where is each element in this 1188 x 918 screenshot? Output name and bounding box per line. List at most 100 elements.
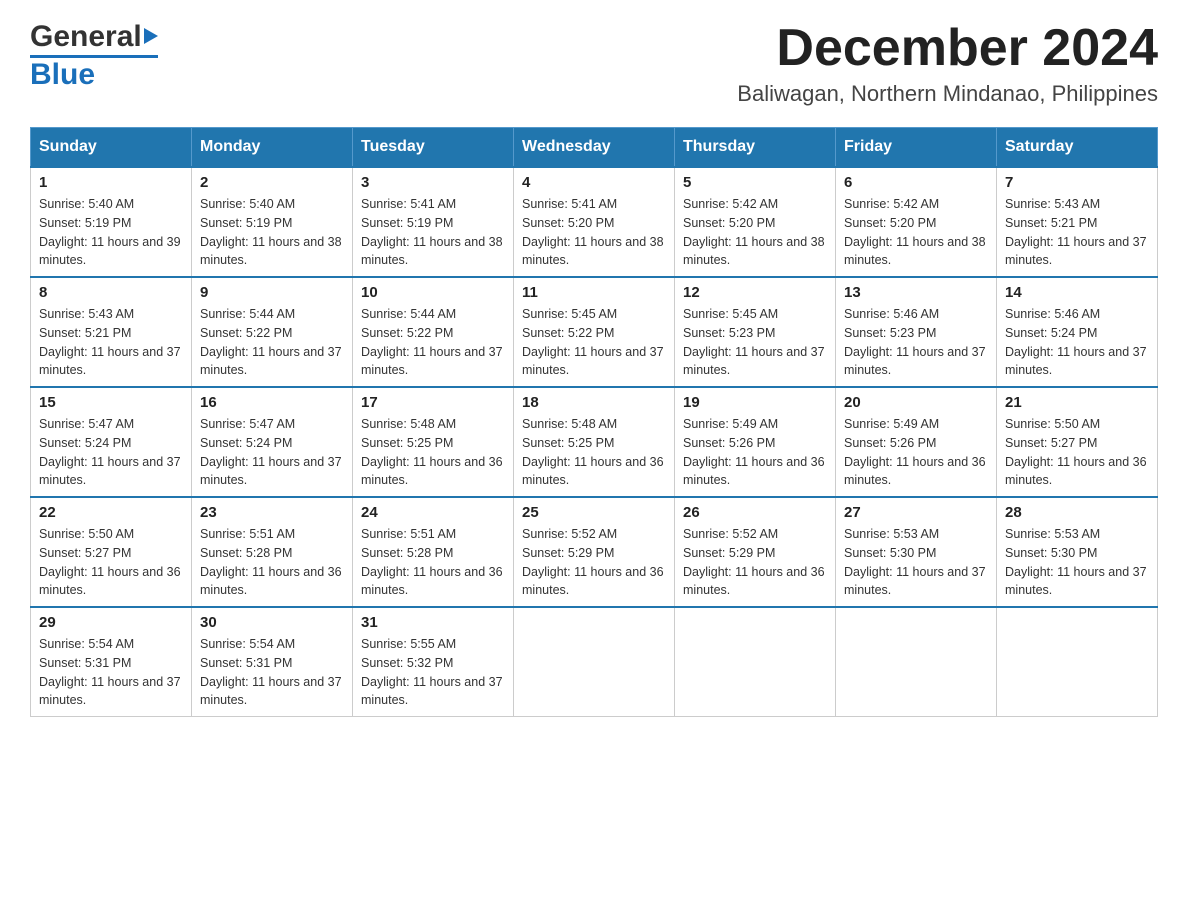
calendar-day-cell: 16 Sunrise: 5:47 AMSunset: 5:24 PMDaylig… bbox=[192, 387, 353, 497]
day-number: 16 bbox=[200, 394, 344, 411]
day-info: Sunrise: 5:54 AMSunset: 5:31 PMDaylight:… bbox=[39, 637, 181, 707]
calendar-day-header: Tuesday bbox=[353, 128, 514, 168]
day-number: 29 bbox=[39, 614, 183, 631]
day-number: 24 bbox=[361, 504, 505, 521]
day-info: Sunrise: 5:54 AMSunset: 5:31 PMDaylight:… bbox=[200, 637, 342, 707]
logo-general-text: General bbox=[30, 20, 142, 54]
calendar-day-header: Saturday bbox=[997, 128, 1158, 168]
calendar-day-cell: 21 Sunrise: 5:50 AMSunset: 5:27 PMDaylig… bbox=[997, 387, 1158, 497]
calendar-day-cell: 3 Sunrise: 5:41 AMSunset: 5:19 PMDayligh… bbox=[353, 167, 514, 277]
calendar-week-row: 22 Sunrise: 5:50 AMSunset: 5:27 PMDaylig… bbox=[31, 497, 1158, 607]
day-number: 8 bbox=[39, 284, 183, 301]
subtitle: Baliwagan, Northern Mindanao, Philippine… bbox=[737, 81, 1158, 107]
day-info: Sunrise: 5:41 AMSunset: 5:20 PMDaylight:… bbox=[522, 197, 664, 267]
day-info: Sunrise: 5:49 AMSunset: 5:26 PMDaylight:… bbox=[844, 417, 986, 487]
day-info: Sunrise: 5:43 AMSunset: 5:21 PMDaylight:… bbox=[1005, 197, 1147, 267]
day-info: Sunrise: 5:42 AMSunset: 5:20 PMDaylight:… bbox=[844, 197, 986, 267]
day-number: 15 bbox=[39, 394, 183, 411]
day-info: Sunrise: 5:40 AMSunset: 5:19 PMDaylight:… bbox=[200, 197, 342, 267]
logo: General Blue bbox=[30, 20, 158, 92]
calendar-header-row: SundayMondayTuesdayWednesdayThursdayFrid… bbox=[31, 128, 1158, 168]
calendar-table: SundayMondayTuesdayWednesdayThursdayFrid… bbox=[30, 127, 1158, 717]
day-info: Sunrise: 5:55 AMSunset: 5:32 PMDaylight:… bbox=[361, 637, 503, 707]
day-number: 10 bbox=[361, 284, 505, 301]
calendar-day-cell: 1 Sunrise: 5:40 AMSunset: 5:19 PMDayligh… bbox=[31, 167, 192, 277]
calendar-day-cell: 12 Sunrise: 5:45 AMSunset: 5:23 PMDaylig… bbox=[675, 277, 836, 387]
calendar-day-cell: 2 Sunrise: 5:40 AMSunset: 5:19 PMDayligh… bbox=[192, 167, 353, 277]
day-info: Sunrise: 5:47 AMSunset: 5:24 PMDaylight:… bbox=[200, 417, 342, 487]
day-info: Sunrise: 5:44 AMSunset: 5:22 PMDaylight:… bbox=[200, 307, 342, 377]
calendar-day-header: Monday bbox=[192, 128, 353, 168]
title-block: December 2024 Baliwagan, Northern Mindan… bbox=[737, 20, 1158, 107]
day-info: Sunrise: 5:52 AMSunset: 5:29 PMDaylight:… bbox=[522, 527, 664, 597]
day-info: Sunrise: 5:49 AMSunset: 5:26 PMDaylight:… bbox=[683, 417, 825, 487]
day-info: Sunrise: 5:42 AMSunset: 5:20 PMDaylight:… bbox=[683, 197, 825, 267]
day-info: Sunrise: 5:44 AMSunset: 5:22 PMDaylight:… bbox=[361, 307, 503, 377]
calendar-day-header: Friday bbox=[836, 128, 997, 168]
calendar-day-cell: 17 Sunrise: 5:48 AMSunset: 5:25 PMDaylig… bbox=[353, 387, 514, 497]
day-number: 4 bbox=[522, 174, 666, 191]
calendar-day-cell: 7 Sunrise: 5:43 AMSunset: 5:21 PMDayligh… bbox=[997, 167, 1158, 277]
calendar-day-cell: 25 Sunrise: 5:52 AMSunset: 5:29 PMDaylig… bbox=[514, 497, 675, 607]
calendar-day-cell: 28 Sunrise: 5:53 AMSunset: 5:30 PMDaylig… bbox=[997, 497, 1158, 607]
day-number: 19 bbox=[683, 394, 827, 411]
day-number: 30 bbox=[200, 614, 344, 631]
day-info: Sunrise: 5:46 AMSunset: 5:23 PMDaylight:… bbox=[844, 307, 986, 377]
calendar-week-row: 15 Sunrise: 5:47 AMSunset: 5:24 PMDaylig… bbox=[31, 387, 1158, 497]
calendar-day-cell: 23 Sunrise: 5:51 AMSunset: 5:28 PMDaylig… bbox=[192, 497, 353, 607]
day-number: 3 bbox=[361, 174, 505, 191]
calendar-day-cell bbox=[675, 607, 836, 717]
calendar-day-cell: 8 Sunrise: 5:43 AMSunset: 5:21 PMDayligh… bbox=[31, 277, 192, 387]
day-number: 14 bbox=[1005, 284, 1149, 301]
day-info: Sunrise: 5:40 AMSunset: 5:19 PMDaylight:… bbox=[39, 197, 181, 267]
calendar-day-cell: 14 Sunrise: 5:46 AMSunset: 5:24 PMDaylig… bbox=[997, 277, 1158, 387]
day-number: 6 bbox=[844, 174, 988, 191]
calendar-day-cell: 18 Sunrise: 5:48 AMSunset: 5:25 PMDaylig… bbox=[514, 387, 675, 497]
day-info: Sunrise: 5:53 AMSunset: 5:30 PMDaylight:… bbox=[844, 527, 986, 597]
calendar-day-cell bbox=[836, 607, 997, 717]
day-number: 5 bbox=[683, 174, 827, 191]
day-number: 26 bbox=[683, 504, 827, 521]
calendar-day-cell: 29 Sunrise: 5:54 AMSunset: 5:31 PMDaylig… bbox=[31, 607, 192, 717]
day-info: Sunrise: 5:50 AMSunset: 5:27 PMDaylight:… bbox=[1005, 417, 1147, 487]
day-number: 1 bbox=[39, 174, 183, 191]
logo-blue-text: Blue bbox=[30, 58, 95, 92]
logo-text: General Blue bbox=[30, 20, 158, 92]
day-number: 9 bbox=[200, 284, 344, 301]
day-number: 13 bbox=[844, 284, 988, 301]
calendar-day-cell bbox=[514, 607, 675, 717]
main-title: December 2024 bbox=[737, 20, 1158, 77]
page-header: General Blue December 2024 Baliwagan, No… bbox=[30, 20, 1158, 107]
logo-arrow-icon bbox=[144, 28, 158, 44]
day-number: 2 bbox=[200, 174, 344, 191]
calendar-day-cell: 19 Sunrise: 5:49 AMSunset: 5:26 PMDaylig… bbox=[675, 387, 836, 497]
day-info: Sunrise: 5:48 AMSunset: 5:25 PMDaylight:… bbox=[522, 417, 664, 487]
calendar-day-cell bbox=[997, 607, 1158, 717]
day-info: Sunrise: 5:45 AMSunset: 5:22 PMDaylight:… bbox=[522, 307, 664, 377]
calendar-week-row: 29 Sunrise: 5:54 AMSunset: 5:31 PMDaylig… bbox=[31, 607, 1158, 717]
calendar-day-cell: 9 Sunrise: 5:44 AMSunset: 5:22 PMDayligh… bbox=[192, 277, 353, 387]
calendar-day-cell: 22 Sunrise: 5:50 AMSunset: 5:27 PMDaylig… bbox=[31, 497, 192, 607]
day-number: 11 bbox=[522, 284, 666, 301]
day-info: Sunrise: 5:46 AMSunset: 5:24 PMDaylight:… bbox=[1005, 307, 1147, 377]
day-number: 22 bbox=[39, 504, 183, 521]
day-number: 31 bbox=[361, 614, 505, 631]
calendar-day-cell: 10 Sunrise: 5:44 AMSunset: 5:22 PMDaylig… bbox=[353, 277, 514, 387]
day-info: Sunrise: 5:51 AMSunset: 5:28 PMDaylight:… bbox=[200, 527, 342, 597]
calendar-day-cell: 5 Sunrise: 5:42 AMSunset: 5:20 PMDayligh… bbox=[675, 167, 836, 277]
calendar-day-header: Thursday bbox=[675, 128, 836, 168]
calendar-day-cell: 26 Sunrise: 5:52 AMSunset: 5:29 PMDaylig… bbox=[675, 497, 836, 607]
day-number: 12 bbox=[683, 284, 827, 301]
calendar-day-cell: 11 Sunrise: 5:45 AMSunset: 5:22 PMDaylig… bbox=[514, 277, 675, 387]
day-info: Sunrise: 5:52 AMSunset: 5:29 PMDaylight:… bbox=[683, 527, 825, 597]
day-info: Sunrise: 5:53 AMSunset: 5:30 PMDaylight:… bbox=[1005, 527, 1147, 597]
day-info: Sunrise: 5:50 AMSunset: 5:27 PMDaylight:… bbox=[39, 527, 181, 597]
calendar-day-cell: 27 Sunrise: 5:53 AMSunset: 5:30 PMDaylig… bbox=[836, 497, 997, 607]
day-number: 23 bbox=[200, 504, 344, 521]
day-number: 17 bbox=[361, 394, 505, 411]
day-info: Sunrise: 5:47 AMSunset: 5:24 PMDaylight:… bbox=[39, 417, 181, 487]
calendar-day-cell: 15 Sunrise: 5:47 AMSunset: 5:24 PMDaylig… bbox=[31, 387, 192, 497]
day-info: Sunrise: 5:48 AMSunset: 5:25 PMDaylight:… bbox=[361, 417, 503, 487]
day-number: 18 bbox=[522, 394, 666, 411]
calendar-week-row: 8 Sunrise: 5:43 AMSunset: 5:21 PMDayligh… bbox=[31, 277, 1158, 387]
